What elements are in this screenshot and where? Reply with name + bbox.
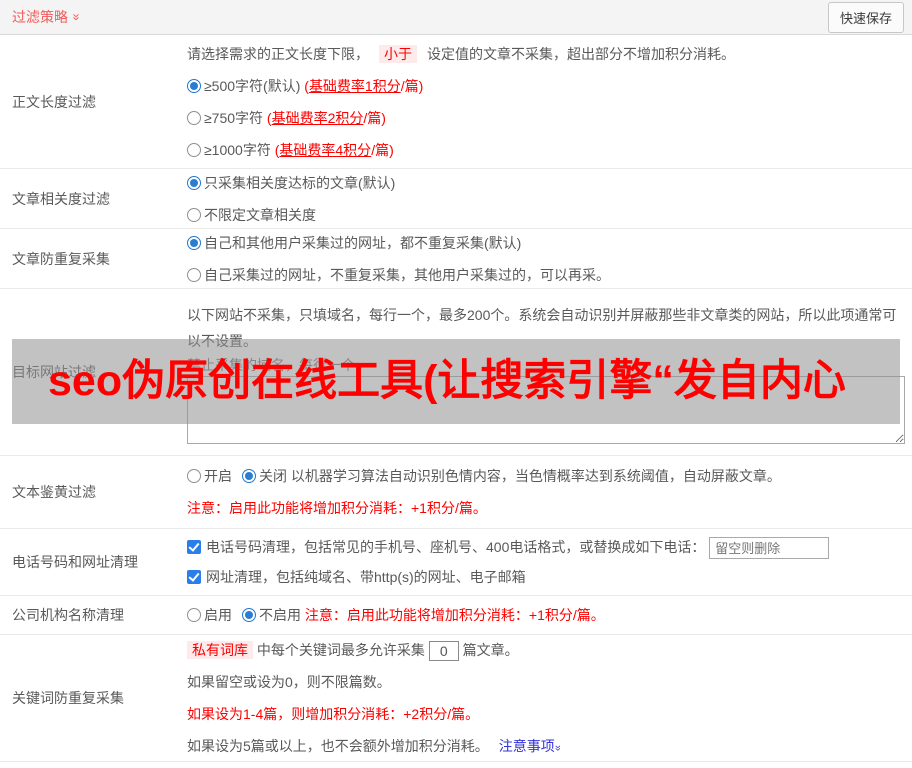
length-intro: 请选择需求的正文长度下限， 小于 设定值的文章不采集，超出部分不增加积分消耗。 (187, 44, 735, 63)
radio-1000[interactable] (187, 142, 201, 157)
row-target-site-filter: 目标网站过滤 以下网站不采集，只填域名，每行一个，最多200个。系统会自动识别并… (0, 289, 912, 456)
row-relevance-filter: 文章相关度过滤 只采集相关度达标的文章(默认) 不限定文章相关度 (0, 169, 912, 229)
chevron-double-down-icon: « (67, 14, 83, 21)
length-filter-content: 请选择需求的正文长度下限， 小于 设定值的文章不采集，超出部分不增加积分消耗。 ≥5… (187, 35, 912, 168)
radio-porn-on[interactable] (187, 469, 201, 483)
target-site-desc: 以下网站不采集，只填域名，每行一个，最多200个。系统会自动识别并屏蔽那些非文章… (187, 307, 897, 349)
relevance-option-strict: 只采集相关度达标的文章(默认) (187, 167, 904, 199)
row-dedupe-collection: 文章防重复采集 自己和其他用户采集过的网址，都不重复采集(默认) 自己采集过的网… (0, 229, 912, 289)
chevron-double-down-icon: « (551, 745, 564, 752)
relevance-filter-label: 文章相关度过滤 (12, 190, 110, 207)
company-clean-options: 启用 不启用 注意：启用此功能将增加积分消耗：+1积分/篇。 (187, 599, 904, 631)
less-than-highlight: 小于 (379, 44, 417, 63)
length-filter-label: 正文长度过滤 (12, 93, 96, 110)
relevance-filter-content: 只采集相关度达标的文章(默认) 不限定文章相关度 (187, 169, 912, 228)
phone-clean-option: 电话号码清理，包括常见的手机号、座机号、400电话格式，或替换成如下电话： (187, 532, 904, 562)
company-clean-content: 启用 不启用 注意：启用此功能将增加积分消耗：+1积分/篇。 (187, 596, 912, 634)
porn-filter-desc: 以机器学习算法自动识别色情内容，当色情概率达到系统阈值，自动屏蔽文章。 (290, 468, 781, 484)
radio-dedupe-self[interactable] (187, 267, 201, 282)
page-title[interactable]: 过滤策略« (12, 7, 83, 27)
blocked-domains-textarea[interactable] (187, 376, 905, 444)
keyword-limit-line: 私有词库 中每个关键词最多允许采集 篇文章。 (187, 634, 904, 666)
porn-filter-content: 开启 关闭 以机器学习算法自动识别色情内容，当色情概率达到系统阈值，自动屏蔽文章。… (187, 456, 912, 528)
checkbox-phone-clean-checked[interactable] (187, 540, 201, 554)
row-length-filter: 正文长度过滤 请选择需求的正文长度下限， 小于 设定值的文章不采集，超出部分不增加积… (0, 35, 912, 169)
radio-750[interactable] (187, 110, 201, 125)
keyword-note-five: 如果设为5篇或以上，也不会额外增加积分消耗。 注意事项« (187, 738, 564, 754)
company-clean-label: 公司机构名称清理 (12, 607, 124, 623)
porn-filter-options: 开启 关闭 以机器学习算法自动识别色情内容，当色情概率达到系统阈值，自动屏蔽文章。 (187, 460, 904, 492)
dedupe-option-self-only: 自己采集过的网址，不重复采集，其他用户采集过的，可以再采。 (187, 259, 904, 291)
keyword-dedupe-content: 私有词库 中每个关键词最多允许采集 篇文章。 如果留空或设为0，则不限篇数。 如… (187, 635, 912, 761)
replacement-phone-input[interactable] (709, 537, 830, 560)
notes-link[interactable]: 注意事项« (499, 738, 564, 754)
length-option-750: ≥750字符 (基础费率2积分/篇) (187, 102, 904, 134)
header: 过滤策略« 快速保存 (0, 0, 912, 35)
row-keyword-dedupe: 关键词防重复采集 私有词库 中每个关键词最多允许采集 篇文章。 如果留空或设为0… (0, 635, 912, 762)
length-option-500: ≥500字符(默认) (基础费率1积分/篇) (187, 70, 904, 102)
checkbox-url-clean-checked[interactable] (187, 570, 201, 584)
row-porn-filter: 文本鉴黄过滤 开启 关闭 以机器学习算法自动识别色情内容，当色情概率达到系统阈值，… (0, 456, 912, 529)
target-site-ghost-hint: 禁止采集的域名，每行一个 (187, 357, 355, 373)
radio-company-off-selected[interactable] (242, 608, 256, 622)
phone-url-content: 电话号码清理，包括常见的手机号、座机号、400电话格式，或替换成如下电话： 网址… (187, 529, 912, 595)
radio-company-on[interactable] (187, 608, 201, 622)
company-clean-note: 注意：启用此功能将增加积分消耗：+1积分/篇。 (304, 607, 605, 623)
porn-filter-label: 文本鉴黄过滤 (12, 484, 96, 500)
phone-url-label: 电话号码和网址清理 (12, 554, 138, 570)
radio-relevance-any[interactable] (187, 207, 201, 222)
target-site-label: 目标网站过滤 (12, 364, 96, 380)
keyword-note-cost: 如果设为1-4篇，则增加积分消耗：+2积分/篇。 (187, 706, 480, 722)
porn-filter-note: 注意：启用此功能将增加积分消耗：+1积分/篇。 (187, 500, 487, 516)
dedupe-content: 自己和其他用户采集过的网址，都不重复采集(默认) 自己采集过的网址，不重复采集，… (187, 229, 912, 288)
row-company-clean: 公司机构名称清理 启用 不启用 注意：启用此功能将增加积分消耗：+1积分/篇。 (0, 596, 912, 635)
radio-dedupe-all-selected[interactable] (187, 235, 201, 250)
keyword-count-input[interactable] (428, 641, 459, 662)
length-option-1000: ≥1000字符 (基础费率4积分/篇) (187, 134, 904, 166)
page-title-text: 过滤策略 (12, 9, 68, 25)
keyword-note-zero: 如果留空或设为0，则不限篇数。 (187, 674, 391, 690)
dedupe-label: 文章防重复采集 (12, 250, 110, 267)
keyword-dedupe-label: 关键词防重复采集 (12, 690, 124, 706)
radio-relevance-strict-selected[interactable] (187, 175, 201, 190)
row-phone-url-clean: 电话号码和网址清理 电话号码清理，包括常见的手机号、座机号、400电话格式，或替… (0, 529, 912, 596)
dedupe-option-all-users: 自己和其他用户采集过的网址，都不重复采集(默认) (187, 227, 904, 259)
private-lexicon-highlight: 私有词库 (187, 641, 253, 659)
target-site-content: 以下网站不采集，只填域名，每行一个，最多200个。系统会自动识别并屏蔽那些非文章… (187, 289, 912, 455)
radio-500-selected[interactable] (187, 78, 201, 93)
url-clean-option: 网址清理，包括纯域名、带http(s)的网址、电子邮箱 (187, 562, 904, 592)
radio-porn-off-selected[interactable] (242, 469, 256, 483)
quick-save-button[interactable]: 快速保存 (827, 1, 904, 33)
